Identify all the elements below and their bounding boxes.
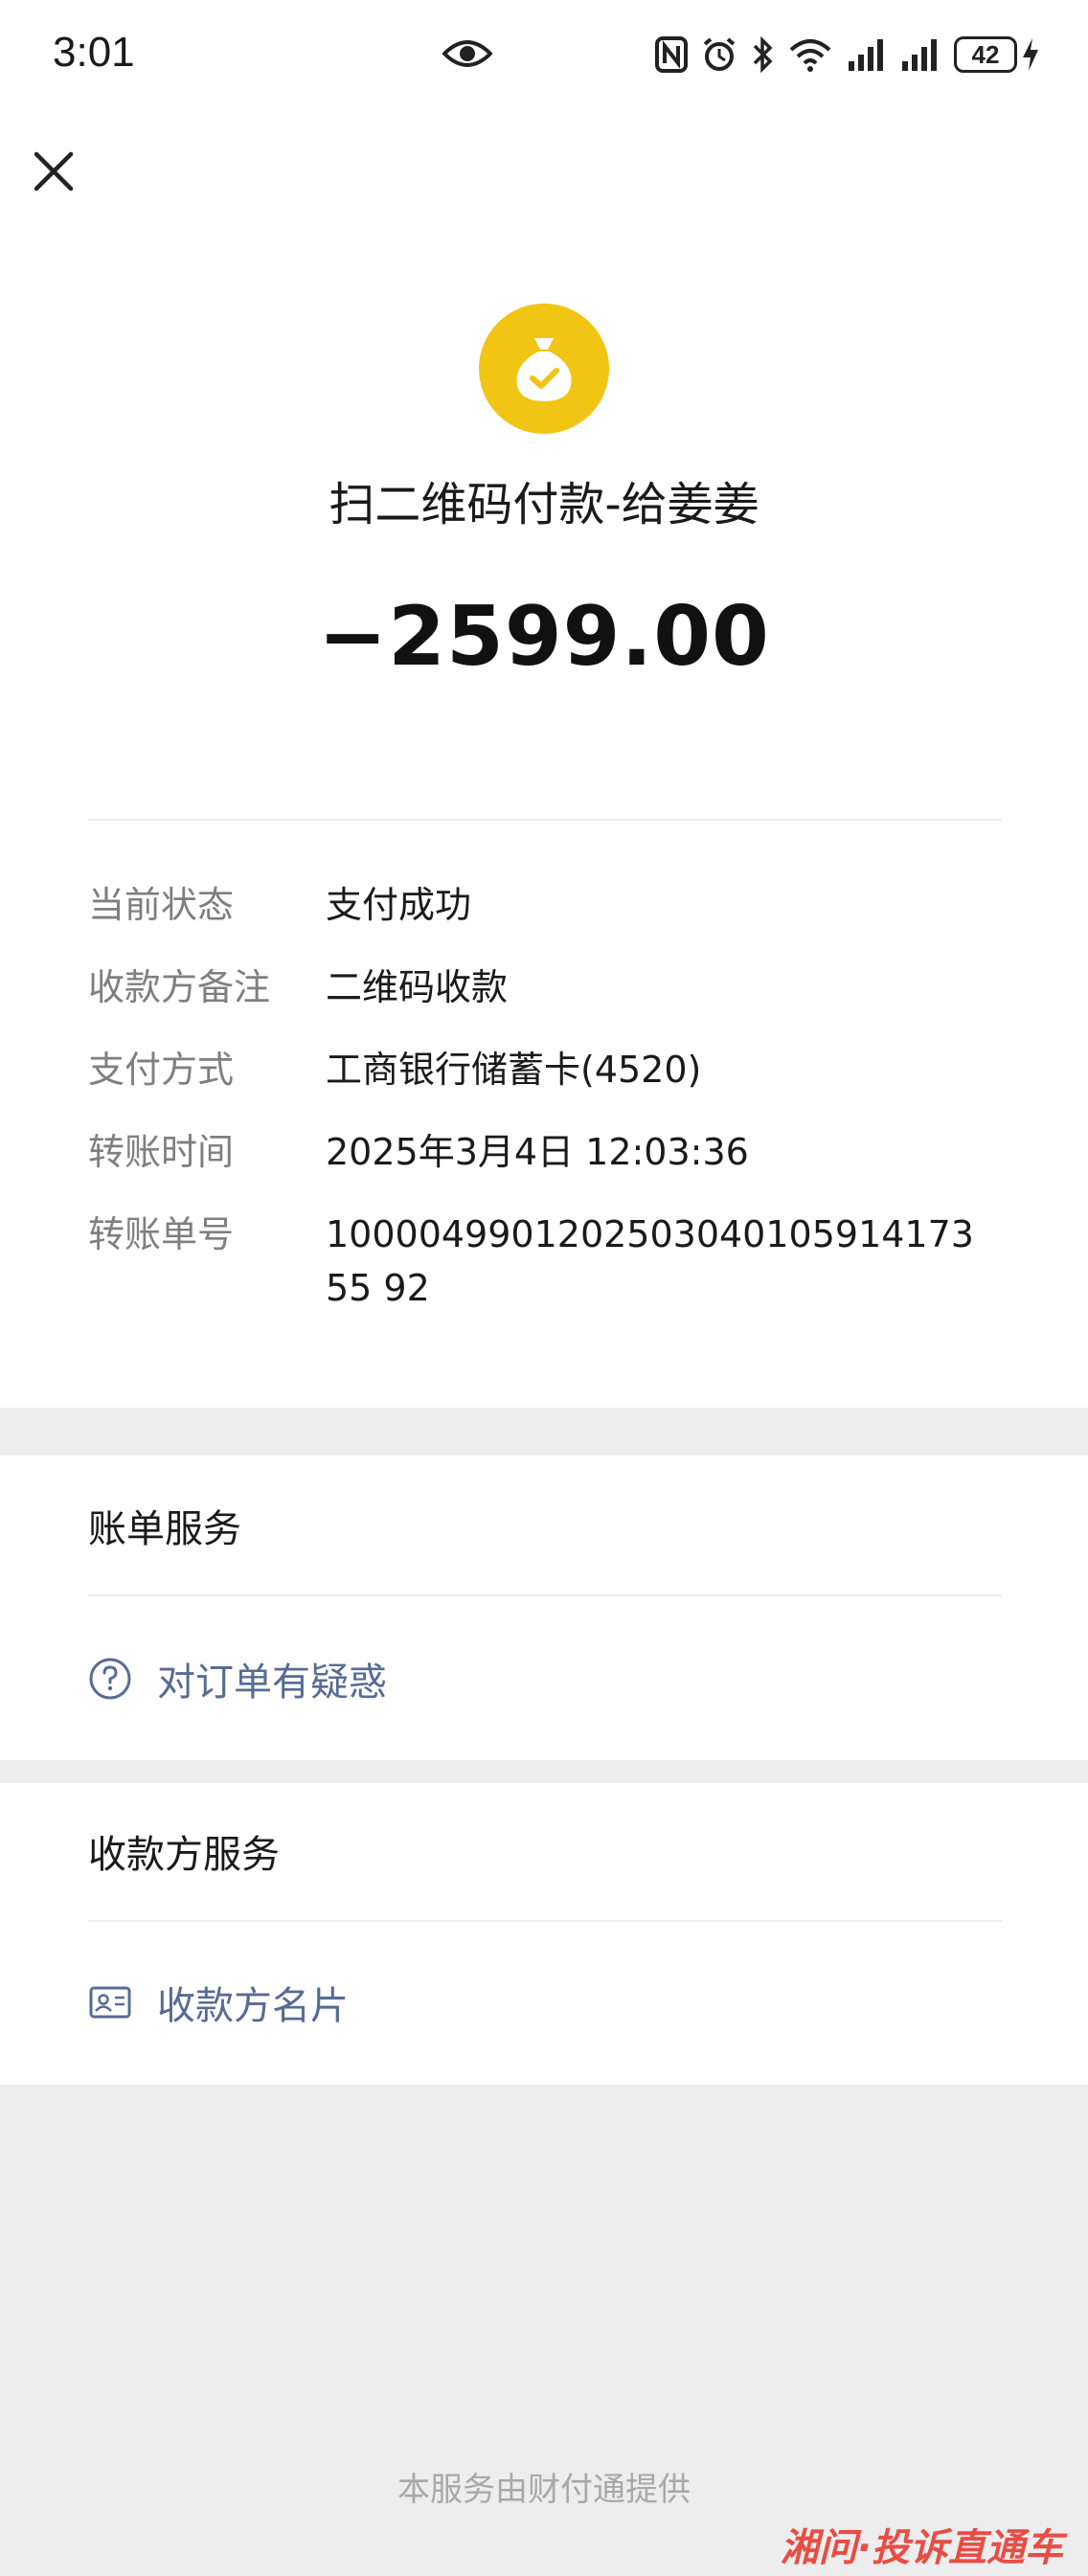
payee-card-link[interactable]: 收款方名片: [88, 1975, 349, 2030]
alarm-icon: [703, 37, 736, 71]
detail-list: 当前状态 支付成功 收款方备注 二维码收款 支付方式 工商银行储蓄卡(4520)…: [88, 884, 1008, 1349]
detail-label: 转账时间: [88, 1131, 235, 1173]
bluetooth-icon: [753, 36, 773, 73]
payee-service-section: 收款方服务 收款方名片: [0, 1783, 1088, 2085]
detail-label: 转账单号: [88, 1213, 235, 1255]
divider: [88, 1594, 1002, 1596]
detail-value: 二维码收款: [326, 966, 509, 1008]
battery-level: 42: [954, 36, 1017, 73]
wifi-icon: [789, 39, 831, 72]
close-icon[interactable]: [29, 147, 79, 196]
order-question-label: 对订单有疑惑: [157, 1661, 387, 1705]
payment-detail-card: 扫二维码付款-给姜姜 −2599.00 当前状态 支付成功 收款方备注 二维码收…: [0, 235, 1088, 1408]
detail-value: 工商银行储蓄卡(4520): [326, 1049, 702, 1091]
payee-card-label: 收款方名片: [157, 1984, 349, 2028]
detail-value: 2025年3月4日 12:03:36: [326, 1131, 749, 1173]
section-title: 收款方服务: [88, 1833, 280, 1877]
detail-row-transaction-id: 转账单号 100004990120250304010591417355 92: [88, 1213, 1008, 1315]
detail-label: 收款方备注: [88, 966, 271, 1008]
status-bar: 3:01 42: [0, 0, 1088, 110]
detail-row-status: 当前状态 支付成功: [88, 884, 1008, 932]
divider: [88, 819, 1002, 821]
detail-value: 100004990120250304010591417355 92: [326, 1213, 974, 1309]
detail-row-transfer-time: 转账时间 2025年3月4日 12:03:36: [88, 1131, 1008, 1179]
status-time: 3:01: [53, 29, 135, 76]
bill-service-section: 账单服务 对订单有疑惑: [0, 1456, 1088, 1760]
charging-icon: [1023, 38, 1038, 71]
section-title: 账单服务: [88, 1507, 241, 1551]
payment-amount: −2599.00: [318, 589, 770, 685]
signal-icon: [849, 39, 883, 71]
footer-provider-text: 本服务由财付通提供: [397, 2471, 691, 2509]
eye-icon: [442, 40, 492, 67]
battery-icon: 42: [954, 36, 1040, 73]
nav-bar: [0, 110, 1088, 235]
divider: [88, 1920, 1002, 1922]
detail-label: 支付方式: [88, 1049, 235, 1091]
detail-row-remark: 收款方备注 二维码收款: [88, 966, 1008, 1014]
question-circle-icon: [89, 1658, 131, 1700]
money-bag-check-icon: [479, 304, 609, 434]
payment-title: 扫二维码付款-给姜姜: [329, 478, 759, 531]
watermark: 湘问·投诉直通车: [780, 2526, 1063, 2570]
status-icons: 42: [655, 31, 1040, 79]
contact-card-icon: [89, 1986, 131, 2019]
detail-value: 支付成功: [326, 884, 472, 926]
detail-label: 当前状态: [88, 884, 235, 926]
nfc-icon: [655, 36, 688, 73]
signal-icon: [902, 39, 937, 71]
order-question-link[interactable]: 对订单有疑惑: [88, 1651, 387, 1706]
detail-row-payment-method: 支付方式 工商银行储蓄卡(4520): [88, 1049, 1008, 1096]
